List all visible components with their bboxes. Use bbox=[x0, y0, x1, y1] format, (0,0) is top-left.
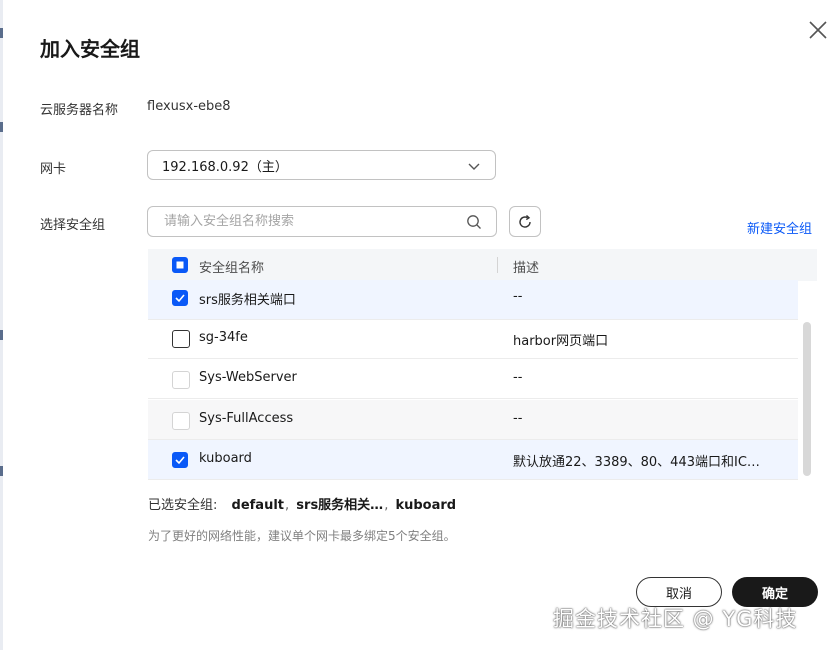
refresh-button[interactable] bbox=[509, 206, 541, 237]
tag-separator: , bbox=[384, 498, 389, 513]
selected-tag: srs服务相关… bbox=[296, 498, 384, 513]
column-header-desc: 描述 bbox=[513, 261, 540, 276]
partial-check-icon bbox=[176, 261, 184, 269]
nic-selected-value: 192.168.0.92（主） bbox=[162, 159, 288, 175]
bind-limit-hint: 为了更好的网络性能，建议单个网卡最多绑定5个安全组。 bbox=[148, 529, 456, 543]
row-name: Sys-FullAccess bbox=[199, 411, 294, 426]
selected-tag: kuboard bbox=[395, 498, 457, 513]
table-scrollbar[interactable] bbox=[803, 322, 811, 476]
check-icon bbox=[175, 294, 185, 303]
row-desc: harbor网页端口 bbox=[513, 334, 609, 349]
selected-groups: 已选安全组: default, srs服务相关…, kuboard bbox=[148, 494, 456, 513]
row-checkbox[interactable] bbox=[172, 452, 188, 468]
table-row[interactable]: srs服务相关端口 -- bbox=[148, 280, 798, 320]
column-divider bbox=[497, 257, 498, 273]
row-checkbox[interactable] bbox=[172, 330, 190, 348]
background-edge-mark bbox=[0, 466, 3, 476]
tag-separator: , bbox=[285, 498, 290, 513]
chevron-down-icon bbox=[468, 163, 480, 170]
row-desc: -- bbox=[513, 370, 523, 385]
background-edge-mark bbox=[0, 28, 3, 38]
row-desc: -- bbox=[513, 411, 523, 426]
close-button[interactable] bbox=[806, 18, 830, 42]
new-security-group-link[interactable]: 新建安全组 bbox=[747, 218, 812, 237]
background-edge-mark bbox=[0, 122, 3, 132]
column-header-name: 安全组名称 bbox=[199, 261, 265, 276]
background-page-edge bbox=[0, 0, 3, 650]
security-group-label: 选择安全组 bbox=[40, 218, 106, 233]
close-icon bbox=[809, 21, 827, 39]
security-group-search bbox=[147, 206, 497, 237]
table-row: Sys-FullAccess -- bbox=[148, 400, 798, 440]
row-name: srs服务相关端口 bbox=[199, 293, 296, 308]
selected-groups-label: 已选安全组: bbox=[148, 498, 218, 513]
server-name-label: 云服务器名称 bbox=[40, 103, 119, 118]
table-row[interactable]: sg-34fe harbor网页端口 bbox=[148, 319, 798, 359]
table-row: Sys-WebServer -- bbox=[148, 359, 798, 399]
selected-tag: default bbox=[231, 498, 285, 513]
search-icon[interactable] bbox=[466, 214, 482, 230]
row-checkbox[interactable] bbox=[172, 290, 188, 306]
row-checkbox-disabled bbox=[172, 371, 190, 389]
check-icon bbox=[175, 456, 185, 465]
watermark: 掘金技术社区 @ YG科技 bbox=[553, 607, 798, 631]
nic-label: 网卡 bbox=[40, 162, 67, 177]
row-checkbox-disabled bbox=[172, 412, 190, 430]
row-desc: 默认放通22、3389、80、443端口和IC… bbox=[513, 455, 760, 470]
row-name: kuboard bbox=[199, 451, 252, 466]
table-header: 安全组名称 描述 bbox=[148, 249, 817, 281]
background-edge-mark bbox=[0, 330, 3, 340]
table-row[interactable]: kuboard 默认放通22、3389、80、443端口和IC… bbox=[148, 440, 798, 480]
row-name: sg-34fe bbox=[199, 330, 248, 345]
nic-select[interactable]: 192.168.0.92（主） bbox=[147, 150, 496, 180]
row-name: Sys-WebServer bbox=[199, 370, 297, 385]
refresh-icon bbox=[519, 214, 531, 228]
server-name-value: flexusx-ebe8 bbox=[147, 99, 231, 114]
dialog-title: 加入安全组 bbox=[40, 37, 140, 61]
search-input[interactable] bbox=[162, 213, 456, 230]
select-all-checkbox[interactable] bbox=[172, 257, 188, 273]
row-desc: -- bbox=[513, 289, 523, 304]
